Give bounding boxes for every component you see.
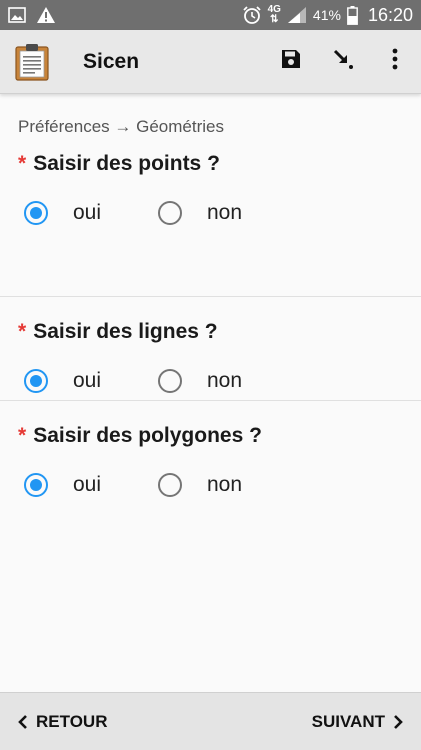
radio-button-checked[interactable] [24, 369, 48, 393]
question-title: * Saisir des points ? [18, 151, 403, 177]
question-label: Saisir des lignes ? [33, 320, 218, 343]
radio-button[interactable] [158, 473, 182, 497]
radio-option-non[interactable]: non [158, 201, 242, 225]
alarm-icon [242, 5, 262, 25]
download-button[interactable] [317, 34, 369, 90]
radio-label: non [207, 201, 243, 224]
question-title: * Saisir des polygones ? [18, 423, 403, 449]
radio-option-oui[interactable]: oui [18, 369, 158, 393]
radio-button[interactable] [158, 369, 182, 393]
save-icon [279, 47, 303, 76]
radio-label: oui [73, 201, 102, 224]
battery-percent: 41% [312, 7, 341, 23]
required-mark: * [18, 152, 27, 175]
radio-option-non[interactable]: non [158, 473, 242, 497]
clock: 16:20 [367, 4, 413, 25]
required-mark: * [18, 424, 27, 447]
question-polygones: * Saisir des polygones ? oui non [0, 401, 421, 521]
chevron-left-icon [16, 714, 30, 730]
next-button[interactable]: SUIVANT [312, 712, 405, 732]
radio-label: non [207, 369, 243, 392]
chevron-right-icon [391, 714, 405, 730]
question-label: Saisir des points ? [33, 152, 220, 175]
form-content: Préférences → Géométries * Saisir des po… [0, 95, 421, 521]
save-button[interactable] [265, 34, 317, 90]
status-bar: 4G ⇅ 41% 16:20 [0, 0, 421, 30]
more-vert-icon [392, 48, 398, 75]
radio-option-non[interactable]: non [158, 369, 242, 393]
next-label: SUIVANT [311, 711, 385, 731]
radio-button-checked[interactable] [24, 201, 48, 225]
radio-label: non [207, 473, 243, 496]
required-mark: * [18, 320, 27, 343]
download-arrow-icon [331, 47, 355, 76]
battery-icon [347, 5, 358, 25]
back-label: RETOUR [36, 711, 108, 731]
signal-icon [287, 6, 307, 24]
question-points: * Saisir des points ? oui non [0, 151, 421, 297]
radio-group: oui non [18, 177, 403, 249]
radio-option-oui[interactable]: oui [18, 473, 158, 497]
question-label: Saisir des polygones ? [33, 424, 262, 447]
radio-button[interactable] [158, 201, 182, 225]
more-options-button[interactable] [369, 34, 421, 90]
radio-group: oui non [18, 449, 403, 521]
app-bar: Sicen [0, 30, 421, 94]
image-icon [8, 7, 26, 23]
bottom-nav-bar: RETOUR SUIVANT [0, 692, 421, 750]
back-button[interactable]: RETOUR [16, 712, 107, 732]
breadcrumb: Préférences → Géométries [18, 117, 224, 136]
question-lignes: * Saisir des lignes ? oui non [0, 297, 421, 401]
network-type: 4G ⇅ [267, 4, 281, 25]
clipboard-icon [12, 42, 52, 82]
radio-label: oui [73, 473, 102, 496]
radio-button-checked[interactable] [24, 473, 48, 497]
app-title: Sicen [83, 49, 140, 73]
radio-label: oui [73, 369, 102, 392]
warning-icon [36, 6, 56, 24]
question-title: * Saisir des lignes ? [18, 319, 403, 345]
radio-option-oui[interactable]: oui [18, 201, 158, 225]
